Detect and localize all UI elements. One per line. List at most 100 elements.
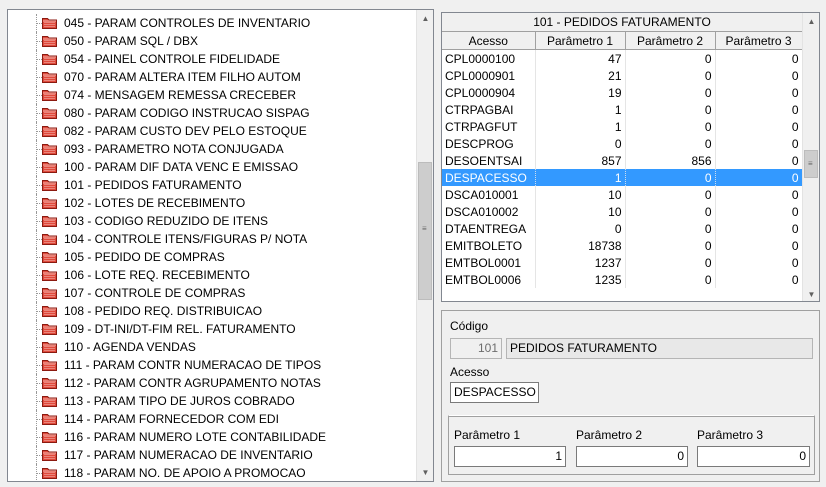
table-row[interactable]: CTRPAGBAI 1 0 0	[442, 101, 803, 118]
parametro-cell[interactable]: 1	[535, 101, 626, 118]
acesso-cell[interactable]: EMTBOL0006	[442, 271, 536, 288]
table-row[interactable]: CPL0000100 47 0 0	[442, 49, 803, 67]
tree-item[interactable]: 070 - PARAM ALTERA ITEM FILHO AUTOM	[8, 68, 413, 86]
tree-item[interactable]: 054 - PAINEL CONTROLE FIDELIDADE	[8, 50, 413, 68]
parametro-cell[interactable]: 18738	[535, 237, 626, 254]
grid-column-header[interactable]: Acesso	[442, 32, 536, 50]
parametro-cell[interactable]: 1237	[535, 254, 626, 271]
tree-item[interactable]: 050 - PARAM SQL / DBX	[8, 32, 413, 50]
parametro-cell[interactable]: 19	[535, 84, 626, 101]
scroll-up-arrow-icon[interactable]: ▲	[803, 13, 819, 30]
acesso-cell[interactable]: CPL0000100	[442, 49, 536, 67]
acesso-cell[interactable]: DSCA010002	[442, 203, 536, 220]
tree-item[interactable]: 113 - PARAM TIPO DE JUROS COBRADO	[8, 392, 413, 410]
tree-item[interactable]: 102 - LOTES DE RECEBIMENTO	[8, 194, 413, 212]
tree-item[interactable]: 105 - PEDIDO DE COMPRAS	[8, 248, 413, 266]
table-row[interactable]: EMTBOL0001 1237 0 0	[442, 254, 803, 271]
table-row[interactable]: DESCPROG 0 0 0	[442, 135, 803, 152]
parametro-cell[interactable]: 0	[715, 118, 803, 135]
parametro-cell[interactable]: 10	[535, 186, 626, 203]
tree-item[interactable]: 080 - PARAM CODIGO INSTRUCAO SISPAG	[8, 104, 413, 122]
parametro-cell[interactable]: 0	[625, 101, 716, 118]
tree-item[interactable]: 104 - CONTROLE ITENS/FIGURAS P/ NOTA	[8, 230, 413, 248]
parametro-cell[interactable]: 0	[715, 186, 803, 203]
tree-item[interactable]: 117 - PARAM NUMERACAO DE INVENTARIO	[8, 446, 413, 464]
parameter-tree[interactable]: 045 - PARAM CONTROLES DE INVENTARIO 050 -…	[7, 9, 434, 482]
grid-column-header[interactable]: Parâmetro 1	[535, 32, 626, 50]
parametro-cell[interactable]: 0	[625, 186, 716, 203]
tree-item[interactable]: 108 - PEDIDO REQ. DISTRIBUICAO	[8, 302, 413, 320]
scroll-down-arrow-icon[interactable]: ▼	[803, 286, 819, 301]
parametro-cell[interactable]: 0	[625, 49, 716, 67]
table-row[interactable]: CPL0000901 21 0 0	[442, 67, 803, 84]
parametro-cell[interactable]: 10	[535, 203, 626, 220]
acesso-field[interactable]: DESPACESSO	[450, 382, 539, 403]
acesso-cell[interactable]: CTRPAGBAI	[442, 101, 536, 118]
tree-item[interactable]: 074 - MENSAGEM REMESSA CRECEBER	[8, 86, 413, 104]
table-row[interactable]: EMTBOL0006 1235 0 0	[442, 271, 803, 288]
parametro-cell[interactable]: 0	[715, 49, 803, 67]
table-row[interactable]: DTAENTREGA 0 0 0	[442, 220, 803, 237]
parametro-cell[interactable]: 856	[625, 152, 716, 169]
parameters-grid[interactable]: 101 - PEDIDOS FATURAMENTO Acesso Parâmetr…	[441, 12, 820, 302]
parametro-cell[interactable]: 0	[625, 135, 716, 152]
acesso-cell[interactable]: EMITBOLETO	[442, 237, 536, 254]
parametro-cell[interactable]: 0	[625, 67, 716, 84]
grid-scrollbar[interactable]: ▲ ≡ ▼	[802, 13, 819, 301]
table-row[interactable]: CPL0000904 19 0 0	[442, 84, 803, 101]
scroll-thumb[interactable]: ≡	[418, 162, 432, 300]
parametro-cell[interactable]: 0	[625, 118, 716, 135]
tree-item[interactable]: 082 - PARAM CUSTO DEV PELO ESTOQUE	[8, 122, 413, 140]
parametro-cell[interactable]: 857	[535, 152, 626, 169]
parametro-cell[interactable]: 0	[715, 271, 803, 288]
tree-scrollbar[interactable]: ▲ ≡ ▼	[416, 10, 433, 481]
scroll-down-arrow-icon[interactable]: ▼	[417, 464, 433, 481]
tree-item[interactable]: 100 - PARAM DIF DATA VENC E EMISSAO	[8, 158, 413, 176]
parametro-cell[interactable]: 0	[715, 67, 803, 84]
parametro-cell[interactable]: 0	[715, 135, 803, 152]
parametro-cell[interactable]: 1	[535, 169, 626, 186]
tree-item[interactable]: 109 - DT-INI/DT-FIM REL. FATURAMENTO	[8, 320, 413, 338]
tree-item[interactable]: 114 - PARAM FORNECEDOR COM EDI	[8, 410, 413, 428]
tree-item[interactable]: 106 - LOTE REQ. RECEBIMENTO	[8, 266, 413, 284]
acesso-cell[interactable]: DESCPROG	[442, 135, 536, 152]
tree-item[interactable]: 110 - AGENDA VENDAS	[8, 338, 413, 356]
param3-field[interactable]: 0	[697, 446, 810, 467]
parametro-cell[interactable]: 0	[625, 203, 716, 220]
acesso-cell[interactable]: DTAENTREGA	[442, 220, 536, 237]
tree-item[interactable]: 112 - PARAM CONTR AGRUPAMENTO NOTAS	[8, 374, 413, 392]
acesso-cell[interactable]: CTRPAGFUT	[442, 118, 536, 135]
table-row[interactable]: DSCA010002 10 0 0	[442, 203, 803, 220]
parametro-cell[interactable]: 0	[625, 271, 716, 288]
tree-item[interactable]: 093 - PARAMETRO NOTA CONJUGADA	[8, 140, 413, 158]
parametro-cell[interactable]: 1	[535, 118, 626, 135]
table-row[interactable]: DSCA010001 10 0 0	[442, 186, 803, 203]
table-row[interactable]: EMITBOLETO 18738 0 0	[442, 237, 803, 254]
acesso-cell[interactable]: DSCA010001	[442, 186, 536, 203]
parametro-cell[interactable]: 0	[715, 169, 803, 186]
tree-item[interactable]: 111 - PARAM CONTR NUMERACAO DE TIPOS	[8, 356, 413, 374]
parametro-cell[interactable]: 0	[625, 237, 716, 254]
parametro-cell[interactable]: 47	[535, 49, 626, 67]
table-row[interactable]: DESPACESSO 1 0 0	[442, 169, 803, 186]
scroll-thumb[interactable]: ≡	[804, 150, 818, 178]
param1-field[interactable]: 1	[454, 446, 566, 467]
parametro-cell[interactable]: 0	[535, 135, 626, 152]
param2-field[interactable]: 0	[576, 446, 688, 467]
scroll-up-arrow-icon[interactable]: ▲	[417, 10, 433, 27]
parametro-cell[interactable]: 0	[715, 84, 803, 101]
tree-item[interactable]: 045 - PARAM CONTROLES DE INVENTARIO	[8, 14, 413, 32]
grid-column-header[interactable]: Parâmetro 3	[715, 32, 803, 50]
parametro-cell[interactable]: 21	[535, 67, 626, 84]
grid-column-header[interactable]: Parâmetro 2	[625, 32, 716, 50]
parametro-cell[interactable]: 0	[715, 220, 803, 237]
parametro-cell[interactable]: 0	[625, 169, 716, 186]
acesso-cell[interactable]: CPL0000901	[442, 67, 536, 84]
parametro-cell[interactable]: 0	[715, 237, 803, 254]
parametro-cell[interactable]: 0	[625, 220, 716, 237]
tree-item[interactable]: 116 - PARAM NUMERO LOTE CONTABILIDADE	[8, 428, 413, 446]
acesso-cell[interactable]: DESOENTSAI	[442, 152, 536, 169]
tree-item[interactable]: 101 - PEDIDOS FATURAMENTO	[8, 176, 413, 194]
parametro-cell[interactable]: 1235	[535, 271, 626, 288]
parametro-cell[interactable]: 0	[715, 254, 803, 271]
